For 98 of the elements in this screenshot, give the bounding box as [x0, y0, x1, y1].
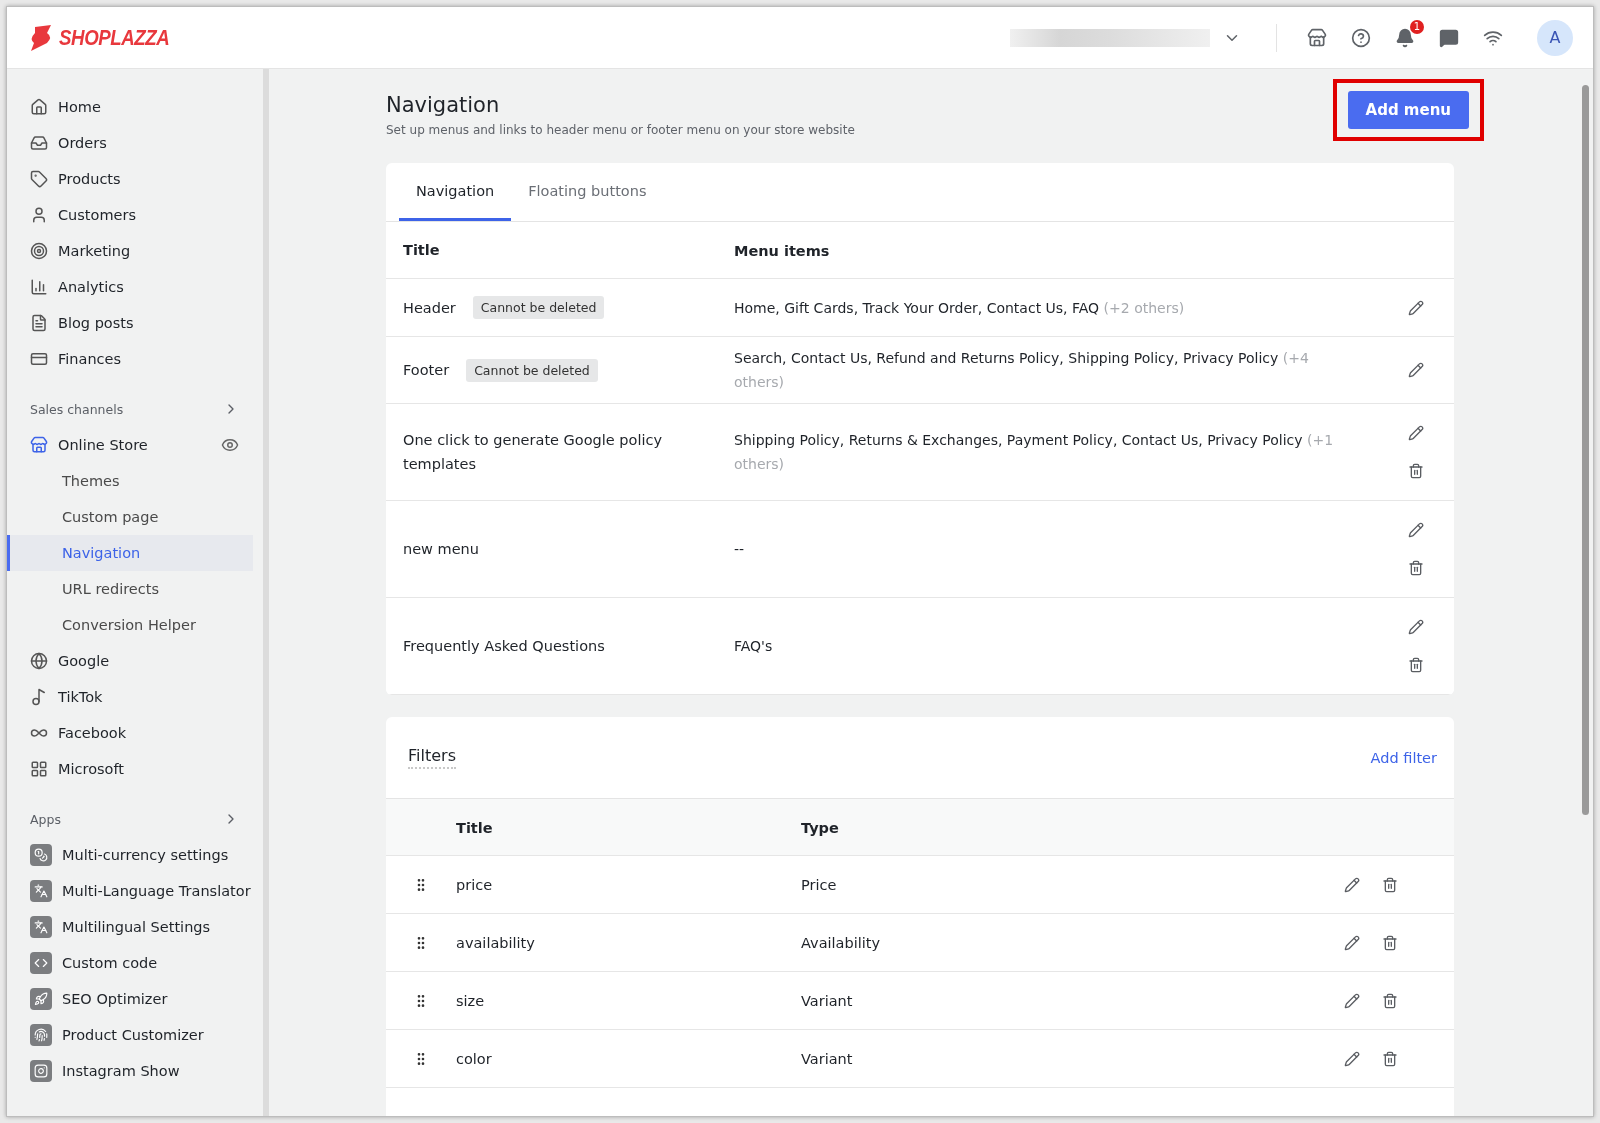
nav-icon	[30, 278, 48, 296]
nav-icon	[30, 314, 48, 332]
menu-title: new menu	[403, 540, 479, 559]
menu-items: Search, Contact Us, Refund and Returns Policy, Shipping Policy, Privacy Policy (+4 others)	[734, 349, 1310, 392]
app-icon	[30, 880, 52, 902]
sidebar-item[interactable]: Marketing	[7, 233, 253, 269]
sidebar-item[interactable]: Custom code	[7, 945, 253, 981]
table-cell: size	[456, 992, 485, 1009]
menu-items: Home, Gift Cards, Track Your Order, Contact Us, FAQ (+2 others)	[734, 298, 1186, 318]
edit-icon[interactable]	[1408, 362, 1424, 378]
scrollbar[interactable]	[1582, 85, 1589, 815]
sidebar-item[interactable]: Instagram Show	[7, 1053, 253, 1089]
edit-icon[interactable]	[1408, 299, 1424, 316]
delete-icon[interactable]	[1382, 876, 1398, 893]
page-title: Navigation	[386, 93, 501, 117]
delete-icon[interactable]	[1382, 934, 1398, 951]
sidebar-subitem[interactable]: Navigation	[7, 535, 253, 571]
eye-icon[interactable]	[221, 436, 239, 454]
status-tag: Cannot be deleted	[466, 358, 598, 382]
menu-title: Footer	[403, 361, 450, 380]
app-icon	[30, 844, 52, 866]
logo-text: SHOPLAZZA	[59, 24, 170, 51]
edit-icon[interactable]	[1408, 619, 1424, 635]
sidebar-item[interactable]: Home	[7, 89, 253, 125]
sidebar-item[interactable]: Multi-Language Translator	[7, 873, 253, 909]
status-tag: Cannot be deleted	[472, 296, 605, 319]
sidebar-item[interactable]: Google	[7, 643, 253, 679]
sidebar-item[interactable]: Product Customizer	[7, 1017, 253, 1053]
sidebar-item[interactable]: Facebook	[7, 715, 253, 751]
store-icon	[30, 436, 48, 454]
sidebar-item[interactable]: Multilingual Settings	[7, 909, 253, 945]
sidebar-item[interactable]: TikTok	[7, 679, 253, 715]
table-cell: availability	[456, 934, 535, 951]
sidebar-subitem[interactable]: Themes	[7, 463, 253, 499]
app-icon	[30, 952, 52, 974]
edit-icon[interactable]	[1344, 992, 1360, 1009]
nav-icon	[30, 206, 48, 224]
menu-items: Shipping Policy, Returns & Exchanges, Payment Policy, Contact Us, Privacy Policy (+1 others)	[734, 431, 1335, 474]
nav-icon	[30, 242, 48, 260]
edit-icon[interactable]	[1408, 522, 1424, 538]
column-header: Title	[456, 819, 493, 836]
app-icon	[30, 916, 52, 938]
app-icon	[30, 1024, 52, 1046]
edit-icon[interactable]	[1344, 1050, 1360, 1067]
section-title: Apps	[30, 811, 61, 827]
menu-title: One click to generate Google policy templates	[403, 431, 663, 474]
menu-title: Frequently Asked Questions	[403, 637, 605, 656]
add-filter-link[interactable]: Add filter	[1370, 749, 1437, 766]
table-cell: Price	[801, 876, 837, 893]
nav-icon	[30, 98, 48, 116]
nav-icon	[30, 134, 48, 152]
tab[interactable]: Floating buttons	[511, 163, 664, 221]
delete-icon[interactable]	[1408, 463, 1424, 479]
sidebar-item[interactable]: Finances	[7, 341, 253, 377]
app-icon	[30, 988, 52, 1010]
column-header: Menu items	[734, 242, 830, 259]
notification-badge: 1	[1410, 19, 1424, 34]
column-header: Type	[801, 819, 839, 836]
avatar[interactable]: A	[1537, 19, 1573, 56]
edit-icon[interactable]	[1344, 934, 1360, 951]
column-header: Title	[403, 242, 440, 258]
delete-icon[interactable]	[1382, 992, 1398, 1009]
menu-items: --	[734, 540, 746, 559]
nav-icon	[30, 350, 48, 368]
table-cell: color	[456, 1050, 492, 1067]
sidebar-item[interactable]: Online Store	[7, 427, 253, 463]
table-cell: Variant	[801, 992, 853, 1009]
section-title: Filters	[408, 746, 456, 769]
delete-icon[interactable]	[1408, 657, 1424, 673]
page-subtitle: Set up menus and links to header menu or footer menu on your store website	[386, 123, 855, 137]
section-title: Sales channels	[30, 401, 124, 417]
sidebar-subitem[interactable]: Custom page	[7, 499, 253, 535]
sidebar-item[interactable]: Analytics	[7, 269, 253, 305]
sidebar-item[interactable]: Products	[7, 161, 253, 197]
add-menu-button[interactable]: Add menu	[1347, 91, 1469, 129]
table-cell: Variant	[801, 1050, 853, 1067]
delete-icon[interactable]	[1408, 560, 1424, 576]
sidebar-item[interactable]: Orders	[7, 125, 253, 161]
table-cell: price	[456, 876, 493, 893]
edit-icon[interactable]	[1408, 425, 1424, 441]
edit-icon[interactable]	[1344, 876, 1360, 893]
delete-icon[interactable]	[1382, 1050, 1398, 1067]
channel-icon	[30, 760, 48, 778]
channel-icon	[30, 652, 48, 670]
sidebar-item[interactable]: Multi-currency settings	[7, 837, 253, 873]
sidebar-subitem[interactable]: URL redirects	[7, 571, 253, 607]
sidebar-item[interactable]: Microsoft	[7, 751, 253, 787]
sidebar-item[interactable]: SEO Optimizer	[7, 981, 253, 1017]
sidebar-item[interactable]: Blog posts	[7, 305, 253, 341]
app-icon	[30, 1060, 52, 1082]
logo-icon	[29, 24, 53, 51]
sidebar-subitem[interactable]: Conversion Helper	[7, 607, 253, 643]
channel-icon	[30, 688, 48, 706]
table-cell: Availability	[801, 934, 881, 951]
menu-title: Header	[403, 298, 456, 318]
menu-items: FAQ's	[734, 637, 774, 656]
nav-icon	[30, 170, 48, 188]
sidebar-item[interactable]: Customers	[7, 197, 253, 233]
